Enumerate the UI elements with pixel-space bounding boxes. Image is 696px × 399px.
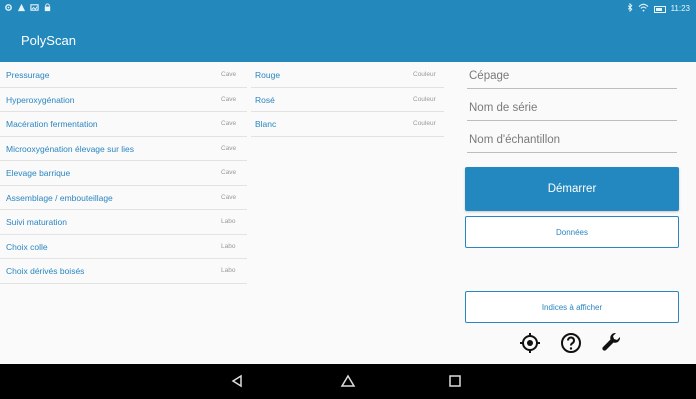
list-item-label: Elevage barrique [6,168,71,178]
list-item[interactable]: Choix colle Labo [0,235,247,259]
status-left-icons [4,3,52,12]
list-item-type: Couleur [413,95,436,103]
app-title: PolyScan [21,33,76,48]
image-icon [30,3,39,12]
list-item-type: Cave [221,71,237,78]
wrench-icon[interactable] [600,331,624,355]
list-item-label: Rouge [255,70,281,80]
color-list: Rouge Couleur Rosé Couleur Blanc Couleur [251,63,444,137]
status-time: 11:23 [670,4,690,13]
gps-target-icon[interactable] [518,331,542,355]
list-item-label: Blanc [255,119,277,129]
navigation-bar [0,364,696,399]
serie-name-placeholder: Nom de série [469,102,538,114]
list-item[interactable]: Suivi maturation Labo [0,210,247,235]
help-icon[interactable] [559,331,583,355]
list-item[interactable]: Pressurage Cave [0,63,247,88]
sample-name-placeholder: Nom d'échantillon [469,134,561,146]
list-item-type: Cave [221,120,237,127]
lock-icon [43,3,52,12]
list-item-label: Pressurage [6,70,50,80]
recents-icon[interactable] [447,373,463,389]
list-item[interactable]: Rosé Couleur [251,88,444,112]
cepage-placeholder: Cépage [469,70,510,82]
alert-icon [17,3,26,12]
list-item-label: Choix colle [6,241,48,252]
list-item[interactable]: Choix dérivés boisés Labo [0,259,247,284]
list-item[interactable]: Elevage barrique Cave [0,161,247,186]
data-button[interactable]: Données [465,216,679,248]
status-right: 11:23 [627,2,690,15]
wifi-icon [638,3,649,15]
list-item-type: Couleur [413,120,436,127]
list-item-label: Rosé [255,94,275,105]
status-bar: 11:23 [0,0,696,17]
back-icon[interactable] [229,373,245,389]
app-bar: PolyScan [0,17,696,62]
settings-icon [4,3,13,12]
battery-icon [653,5,666,13]
list-item[interactable]: Microoxygénation élevage sur lies Cave [0,137,247,161]
list-item-label: Macération fermentation [6,119,98,129]
list-item-type: Cave [221,95,237,103]
list-item-label: Assemblage / embouteillage [6,192,113,203]
list-item[interactable]: Blanc Couleur [251,112,444,137]
bluetooth-icon [627,2,633,15]
list-item-type: Couleur [413,71,436,78]
list-item[interactable]: Rouge Couleur [251,63,444,88]
process-list: Pressurage Cave Hyperoxygénation Cave Macé… [0,63,247,284]
list-item[interactable]: Macération fermentation Cave [0,112,247,137]
list-item-label: Hyperoxygénation [6,94,75,105]
list-item[interactable]: Assemblage / embouteillage Cave [0,186,247,210]
indices-button[interactable]: Indices à afficher [465,291,679,323]
home-icon[interactable] [340,373,356,389]
list-item[interactable]: Hyperoxygénation Cave [0,88,247,112]
list-item-label: Microoxygénation élevage sur lies [6,143,135,154]
list-item-type: Labo [221,218,236,225]
list-item-type: Cave [221,144,237,152]
list-item-type: Labo [221,267,236,274]
cepage-field[interactable]: Cépage [467,65,677,89]
list-item-type: Cave [221,169,237,176]
sample-name-field[interactable]: Nom d'échantillon [467,129,677,153]
list-item-type: Cave [221,193,237,201]
start-button[interactable]: Démarrer [465,167,679,211]
list-item-label: Suivi maturation [6,217,67,227]
serie-name-field[interactable]: Nom de série [467,97,677,121]
list-item-type: Labo [221,242,236,250]
list-item-label: Choix dérivés boisés [6,266,85,276]
